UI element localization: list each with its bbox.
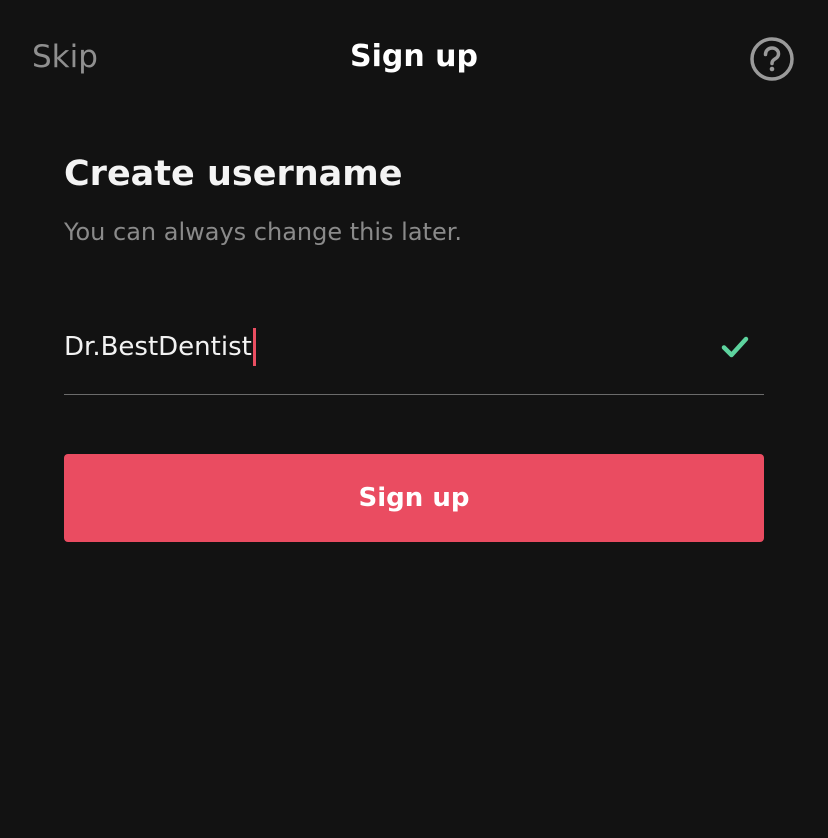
username-input-value[interactable]: Dr.BestDentist bbox=[64, 328, 256, 366]
username-text: Dr.BestDentist bbox=[64, 332, 252, 362]
help-button[interactable] bbox=[749, 36, 795, 82]
username-field[interactable]: Dr.BestDentist bbox=[64, 318, 764, 395]
text-caret bbox=[252, 328, 256, 366]
checkmark-icon bbox=[721, 336, 749, 358]
valid-indicator bbox=[720, 332, 750, 362]
page-title: Sign up bbox=[350, 39, 478, 74]
signup-button[interactable]: Sign up bbox=[64, 454, 764, 542]
signup-screen: Skip Sign up Create username You can alw… bbox=[0, 0, 828, 838]
create-username-heading: Create username bbox=[64, 154, 403, 194]
question-circle-icon bbox=[750, 37, 794, 81]
helper-text: You can always change this later. bbox=[64, 218, 463, 246]
